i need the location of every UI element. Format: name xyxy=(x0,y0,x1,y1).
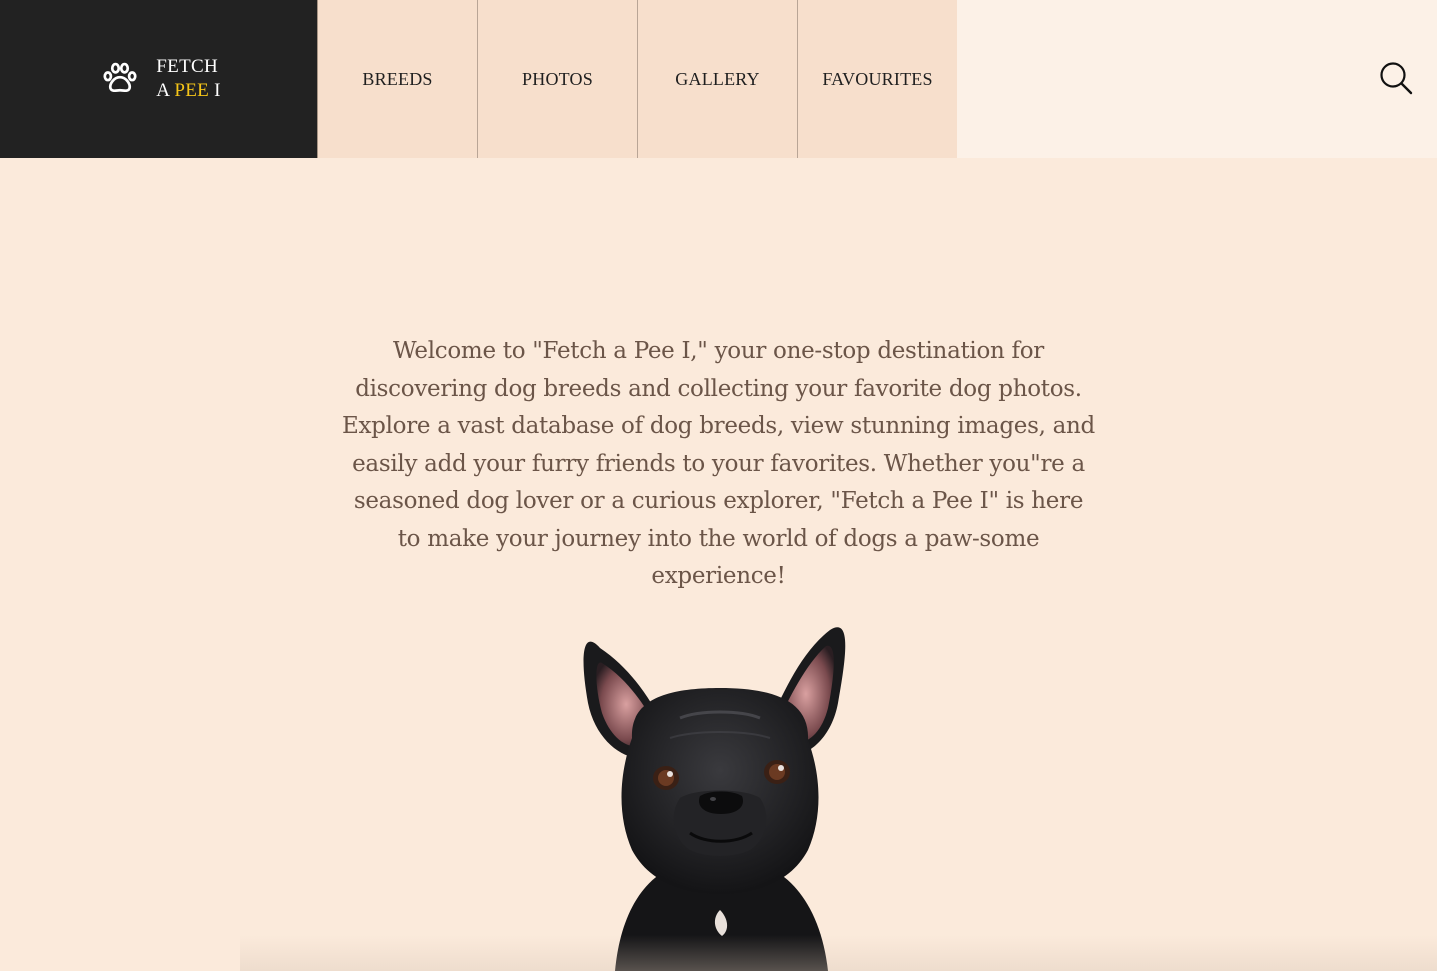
header-spacer xyxy=(957,0,1437,158)
logo-line-2-suffix: I xyxy=(209,80,221,101)
logo-line-1: FETCH xyxy=(156,56,218,77)
nav-item-favourites[interactable]: FAVOURITES xyxy=(797,0,957,158)
main-nav: BREEDS PHOTOS GALLERY FAVOURITES xyxy=(317,0,957,158)
header: FETCH A PEE I BREEDS PHOTOS GALLERY FAVO… xyxy=(0,0,1437,158)
nav-item-breeds[interactable]: BREEDS xyxy=(317,0,477,158)
french-bulldog-image xyxy=(583,627,846,971)
paw-icon xyxy=(103,62,137,93)
logo-text: FETCH A PEE I xyxy=(156,55,220,103)
nav-item-gallery[interactable]: GALLERY xyxy=(637,0,797,158)
logo-line-2-prefix: A xyxy=(156,80,175,101)
logo-inner: FETCH A PEE I xyxy=(102,55,220,103)
nav-item-photos[interactable]: PHOTOS xyxy=(477,0,637,158)
logo[interactable]: FETCH A PEE I xyxy=(0,0,317,158)
logo-accent: PEE xyxy=(174,80,210,101)
search-icon[interactable] xyxy=(1379,61,1413,95)
logo-line-2: A PEE I xyxy=(156,79,220,103)
intro-text: Welcome to "Fetch a Pee I," your one-sto… xyxy=(342,338,1095,589)
